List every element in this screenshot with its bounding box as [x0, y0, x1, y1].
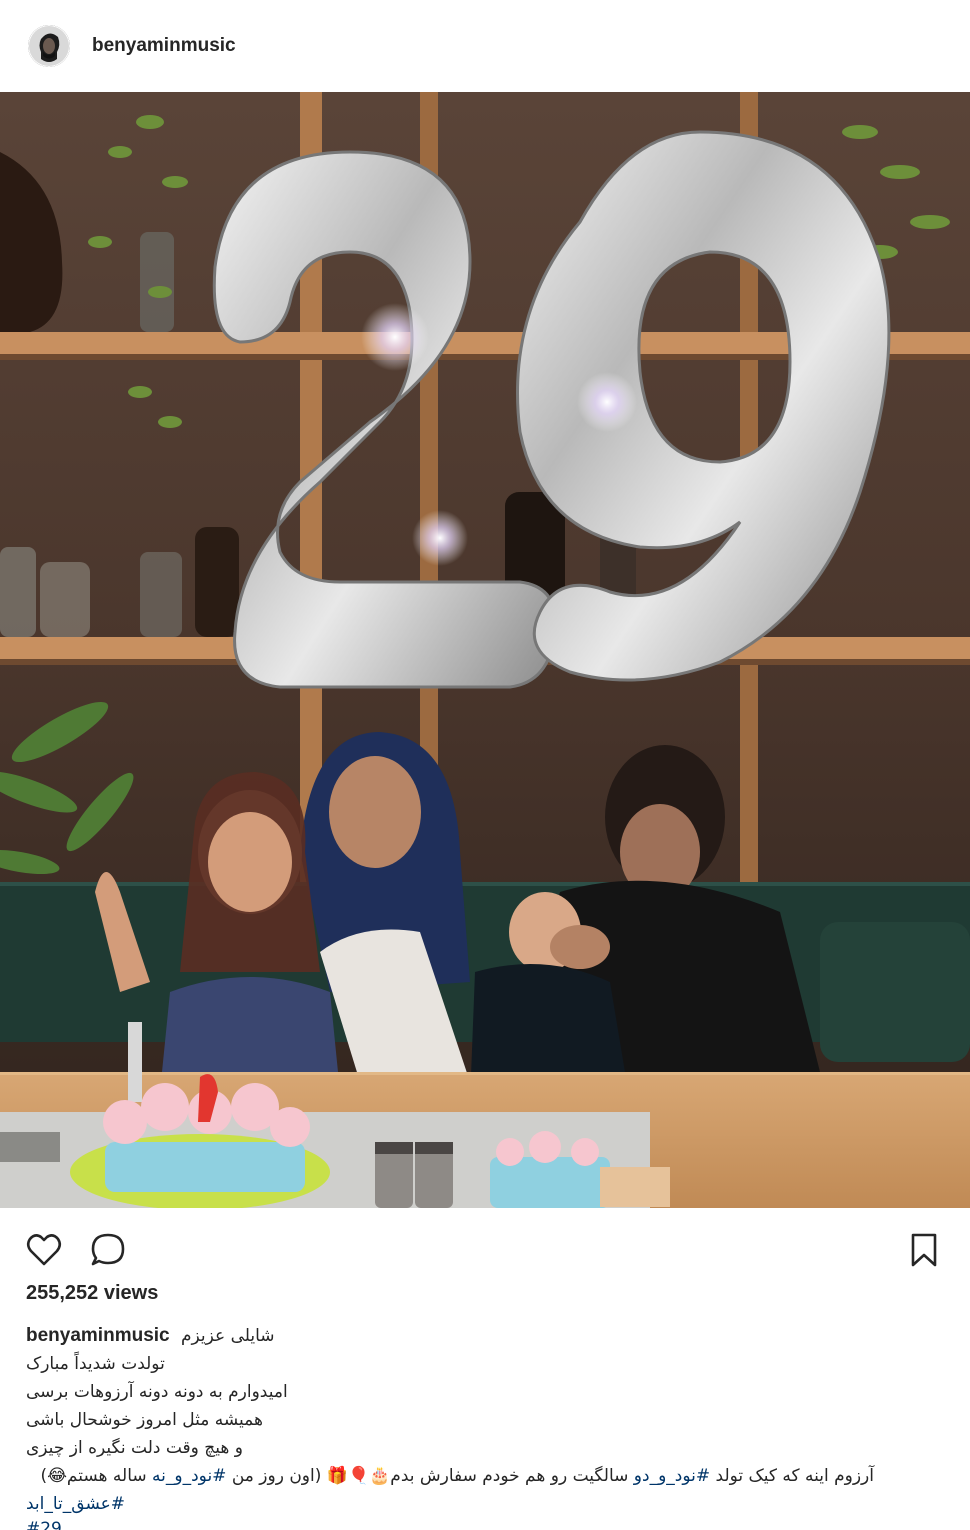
comment-icon[interactable]	[88, 1230, 128, 1270]
heart-icon[interactable]	[24, 1230, 64, 1270]
caption-line: تولدت شدیداً مبارک	[26, 1350, 946, 1378]
post-photo[interactable]	[0, 92, 970, 1208]
hashtag-link[interactable]: #29	[26, 1519, 62, 1530]
caption-username[interactable]: benyaminmusic	[26, 1325, 170, 1346]
caption-text: آرزوم اینه که کیک تولد	[715, 1466, 874, 1486]
caption-text: همیشه مثل امروز خوشحال باشی	[26, 1410, 263, 1430]
caption-line: benyaminmusic شایلی عزیزم	[26, 1322, 946, 1350]
caption-line: همیشه مثل امروز خوشحال باشی	[26, 1406, 946, 1434]
caption-line: امیدوارم به دونه دونه آرزوهات برسی	[26, 1378, 946, 1406]
post-header: benyaminmusic	[0, 0, 970, 92]
caption: benyaminmusic شایلی عزیزم تولدت شدیداً م…	[26, 1322, 946, 1530]
caption-text: سالگیت رو هم خودم سفارش بدم🎂🎈🎁	[326, 1466, 629, 1486]
caption-line: #29	[26, 1518, 946, 1530]
caption-text: امیدوارم به دونه دونه آرزوهات برسی	[26, 1382, 288, 1402]
hashtag-link[interactable]: #نود_و_دو	[634, 1466, 710, 1486]
caption-text: تولدت شدیداً مبارک	[26, 1354, 165, 1374]
caption-text: شایلی عزیزم	[181, 1326, 275, 1346]
post-username[interactable]: benyaminmusic	[92, 35, 236, 57]
caption-text: ساله هستم😂)	[40, 1466, 147, 1486]
hashtag-link[interactable]: #نود_و_نه	[152, 1466, 226, 1486]
avatar[interactable]	[28, 25, 70, 67]
action-bar	[0, 1208, 970, 1284]
view-count: 255,252 views	[26, 1282, 159, 1304]
hashtag-link[interactable]: #عشق_تا_ابد	[26, 1494, 125, 1514]
caption-line: آرزوم اینه که کیک تولد #نود_و_دو سالگیت …	[26, 1462, 874, 1490]
caption-text: (اون روز من	[231, 1466, 322, 1486]
caption-line: #عشق_تا_ابد	[26, 1490, 946, 1518]
caption-text: و هیچ وقت دلت نگیره از چیزی	[26, 1438, 243, 1458]
bookmark-icon[interactable]	[904, 1230, 944, 1270]
caption-line: و هیچ وقت دلت نگیره از چیزی	[26, 1434, 946, 1462]
